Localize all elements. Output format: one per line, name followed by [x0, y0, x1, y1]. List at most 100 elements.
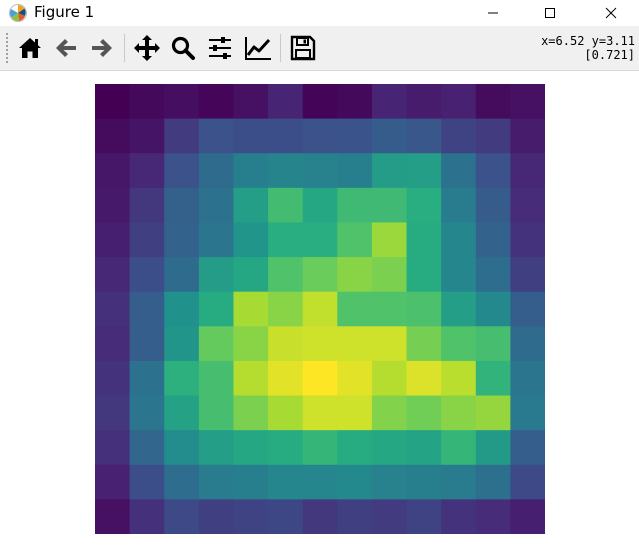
heatmap-cell [302, 153, 338, 189]
heatmap-cell [95, 464, 131, 500]
heatmap-cell [475, 464, 511, 500]
heatmap-cell [475, 291, 511, 327]
heatmap-cell [233, 360, 269, 397]
edit-axes-button[interactable] [243, 33, 273, 63]
heatmap-cell [164, 291, 200, 327]
save-button[interactable] [288, 33, 318, 63]
heatmap-cell [406, 464, 442, 500]
maximize-button[interactable] [527, 0, 573, 26]
heatmap-cell [302, 291, 338, 327]
heatmap-cell [129, 360, 165, 397]
heatmap-cell [233, 118, 269, 154]
heatmap-cell [441, 395, 477, 431]
heatmap-cell [337, 464, 373, 500]
heatmap-cell [302, 360, 338, 397]
heatmap-cell [233, 153, 269, 189]
heatmap-cell [510, 291, 545, 327]
heatmap-cell [164, 84, 200, 120]
forward-button[interactable] [87, 33, 117, 63]
heatmap-cell [337, 257, 373, 293]
arrow-right-icon [92, 39, 112, 57]
heatmap-cell [371, 395, 408, 431]
heatmap-cell [268, 187, 304, 224]
heatmap-cell [129, 257, 165, 293]
pan-button[interactable] [132, 33, 162, 63]
floppy-disk-icon [290, 35, 316, 61]
heatmap-cell [233, 291, 269, 327]
heatmap-cell [337, 187, 373, 224]
home-button[interactable] [15, 33, 45, 63]
heatmap-cell [510, 326, 545, 362]
minimize-button[interactable] [470, 0, 516, 26]
matplotlib-logo-icon [9, 4, 27, 22]
heatmap-cell [441, 187, 477, 224]
heatmap-cell [302, 326, 338, 362]
heatmap-cell [510, 464, 545, 500]
heatmap-cell [406, 395, 442, 431]
heatmap-cell [406, 360, 442, 397]
figure-canvas[interactable] [0, 71, 639, 547]
toolbar-grip[interactable] [5, 32, 9, 64]
toolbar-separator [124, 34, 125, 62]
heatmap-cell [406, 291, 442, 327]
configure-subplots-button[interactable] [205, 33, 235, 63]
heatmap-cell [510, 360, 545, 397]
heatmap-cell [233, 187, 269, 224]
heatmap-cell [337, 360, 373, 397]
heatmap-cell [510, 499, 545, 534]
heatmap-cell [302, 222, 338, 258]
heatmap-cell [510, 118, 545, 154]
line-chart-icon [245, 37, 271, 60]
heatmap-cell [95, 118, 131, 154]
heatmap-cell [198, 222, 235, 258]
back-button[interactable] [51, 33, 81, 63]
cursor-coordinates: x=6.52 y=3.11 [0.721] [541, 34, 635, 62]
heatmap-cell [406, 499, 442, 534]
heatmap-cell [95, 222, 131, 258]
heatmap-cell [164, 326, 200, 362]
heatmap-cell [441, 153, 477, 189]
heatmap-cell [198, 430, 235, 466]
heatmap-cell [475, 499, 511, 534]
magnifier-icon [171, 36, 195, 60]
close-icon [605, 7, 617, 19]
heatmap-image[interactable] [95, 84, 545, 534]
heatmap-cell [164, 153, 200, 189]
heatmap-cell [129, 153, 165, 189]
heatmap-cell [406, 153, 442, 189]
heatmap-cell [95, 395, 131, 431]
heatmap-cell [129, 499, 165, 534]
sliders-icon [209, 37, 231, 59]
heatmap-cell [95, 257, 131, 293]
heatmap-cell [268, 291, 304, 327]
heatmap-cell [441, 118, 477, 154]
heatmap-cell [337, 326, 373, 362]
heatmap-cell [164, 187, 200, 224]
arrow-left-icon [56, 39, 76, 57]
heatmap-cell [475, 153, 511, 189]
heatmap-cell [371, 499, 408, 534]
zoom-button[interactable] [168, 33, 198, 63]
heatmap-cell [510, 153, 545, 189]
heatmap-cell [233, 257, 269, 293]
heatmap-cell [302, 118, 338, 154]
heatmap-cell [302, 395, 338, 431]
heatmap-cell [475, 187, 511, 224]
heatmap-cell [198, 395, 235, 431]
maximize-icon [545, 8, 555, 18]
heatmap-cell [164, 430, 200, 466]
heatmap-cell [233, 326, 269, 362]
heatmap-cell [268, 499, 304, 534]
close-button[interactable] [588, 0, 634, 26]
heatmap-cell [371, 153, 408, 189]
heatmap-cell [233, 84, 269, 120]
heatmap-cell [337, 395, 373, 431]
heatmap-cell [233, 395, 269, 431]
heatmap-cell [95, 360, 131, 397]
heatmap-cell [406, 430, 442, 466]
heatmap-cell [510, 222, 545, 258]
heatmap-cell [198, 326, 235, 362]
heatmap-cell [198, 187, 235, 224]
heatmap-cell [441, 84, 477, 120]
heatmap-cell [302, 187, 338, 224]
